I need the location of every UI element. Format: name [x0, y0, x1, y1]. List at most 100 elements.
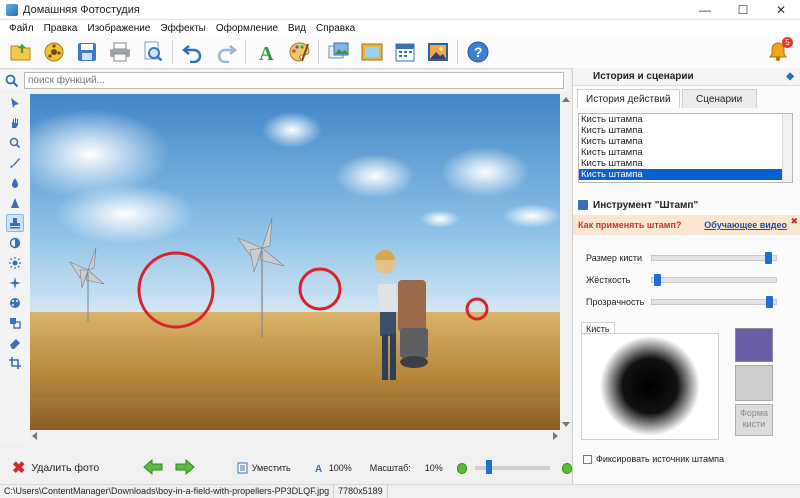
close-button[interactable]: ✕: [762, 0, 800, 20]
hand-icon: [12, 118, 18, 128]
photo-canvas[interactable]: [30, 94, 560, 430]
secondary-swatch[interactable]: [735, 365, 773, 401]
cursor-icon: [11, 98, 19, 108]
sharpen-tool[interactable]: [6, 194, 24, 212]
image-dimensions: 7780x5189: [334, 484, 388, 498]
brush-size-thumb[interactable]: [765, 252, 773, 264]
redo-button[interactable]: [211, 38, 240, 66]
delete-photo-button[interactable]: ✖ Удалить фото: [12, 458, 138, 478]
menu-image[interactable]: Изображение: [82, 23, 155, 34]
open-folder-button[interactable]: [6, 38, 35, 66]
menu-edit[interactable]: Правка: [39, 23, 83, 34]
brush-color-swatch[interactable]: [735, 328, 773, 362]
brush-icon: [10, 158, 20, 168]
print-button[interactable]: [105, 38, 134, 66]
eraser-tool[interactable]: [6, 334, 24, 352]
menu-effects[interactable]: Эффекты: [155, 23, 210, 34]
frame-icon: [361, 43, 382, 61]
crop-tool[interactable]: [6, 354, 24, 372]
brush-tool[interactable]: [6, 154, 24, 172]
color-tool[interactable]: [6, 294, 24, 312]
tab-history[interactable]: История действий: [577, 89, 680, 108]
tutorial-video-link[interactable]: Обучающее видео: [704, 220, 787, 230]
search-input[interactable]: [24, 72, 564, 89]
function-search-row: [0, 70, 570, 91]
stamp-tool[interactable]: [6, 214, 24, 232]
photo-image: [30, 94, 560, 430]
previous-photo-button[interactable]: [142, 458, 163, 478]
next-photo-button[interactable]: [175, 458, 195, 478]
blur-tool[interactable]: [6, 174, 24, 192]
help-button[interactable]: ?: [463, 38, 492, 66]
printer-icon: [109, 42, 130, 62]
history-item-selected[interactable]: Кисть штампа: [579, 169, 792, 180]
toolbar-separator: [245, 40, 246, 64]
menu-help[interactable]: Справка: [311, 23, 360, 34]
hardness-label: Жёсткость: [586, 275, 631, 285]
scroll-right-arrow[interactable]: [553, 432, 558, 440]
howto-label: Как применять штамп?: [578, 220, 682, 230]
zoom-100-button[interactable]: A 100%: [315, 462, 352, 474]
exposure-tool[interactable]: [6, 274, 24, 292]
notifications-button[interactable]: 5: [766, 37, 793, 65]
postcard-button[interactable]: [423, 38, 452, 66]
brush-size-slider[interactable]: [651, 252, 777, 264]
actual-size-icon: A: [315, 464, 322, 474]
tab-scenarios[interactable]: Сценарии: [681, 89, 757, 108]
history-item[interactable]: Кисть штампа: [579, 158, 792, 169]
hand-tool[interactable]: [6, 114, 24, 132]
zoom-in-button[interactable]: [561, 462, 572, 474]
hardness-thumb[interactable]: [654, 274, 662, 286]
history-item[interactable]: Кисть штампа: [579, 125, 792, 136]
opacity-slider[interactable]: [651, 296, 777, 308]
zoom-slider[interactable]: [475, 460, 550, 474]
fix-source-checkbox[interactable]: [583, 454, 592, 464]
calendar-button[interactable]: [390, 38, 419, 66]
scroll-down-arrow[interactable]: [562, 422, 570, 427]
browse-button[interactable]: [39, 38, 68, 66]
pin-icon[interactable]: ◆: [786, 71, 794, 82]
fit-page-icon: [237, 462, 248, 474]
zoom-tool[interactable]: [6, 134, 24, 152]
hardness-slider[interactable]: [651, 274, 777, 286]
menu-design[interactable]: Оформление: [211, 23, 283, 34]
menu-view[interactable]: Вид: [283, 23, 311, 34]
replace-tool[interactable]: [6, 314, 24, 332]
text-button[interactable]: A: [251, 38, 280, 66]
brightness-tool[interactable]: [6, 254, 24, 272]
scroll-up-arrow[interactable]: [562, 97, 570, 102]
stamp-header-icon: [578, 200, 588, 210]
brush-shape-button[interactable]: Форма кисти: [735, 404, 773, 436]
history-scrollbar[interactable]: [782, 114, 792, 182]
menu-file[interactable]: Файл: [4, 23, 39, 34]
minimize-button[interactable]: —: [686, 0, 724, 20]
save-button[interactable]: [72, 38, 101, 66]
vertical-scrollbar[interactable]: [560, 94, 572, 430]
scroll-left-arrow[interactable]: [32, 432, 37, 440]
history-item[interactable]: Кисть штампа: [579, 114, 792, 125]
history-item[interactable]: Кисть штампа: [579, 147, 792, 158]
history-item[interactable]: Кисть штампа: [579, 136, 792, 147]
zoom-slider-thumb[interactable]: [486, 460, 493, 474]
contrast-tool[interactable]: [6, 234, 24, 252]
frame-button[interactable]: [357, 38, 386, 66]
arrow-right-icon: [175, 458, 195, 475]
file-path: C:\Users\ContentManager\Downloads\boy-in…: [0, 484, 335, 498]
opacity-label: Прозрачность: [586, 297, 645, 307]
redo-icon: [217, 45, 237, 63]
preview-button[interactable]: [138, 38, 167, 66]
history-list[interactable]: Кисть штампа Кисть штампа Кисть штампа К…: [578, 113, 793, 183]
fit-button[interactable]: Уместить: [237, 462, 291, 474]
fix-source-row[interactable]: Фиксировать источник штампа: [583, 454, 724, 464]
horizontal-scrollbar[interactable]: [30, 430, 560, 442]
maximize-button[interactable]: ☐: [724, 0, 762, 20]
text-a-icon: A: [259, 43, 274, 62]
close-hint-icon[interactable]: ✖: [790, 216, 798, 227]
opacity-thumb[interactable]: [766, 296, 774, 308]
palette-button[interactable]: [284, 38, 313, 66]
zoom-out-button[interactable]: [456, 462, 468, 474]
collage-button[interactable]: [324, 38, 353, 66]
select-tool[interactable]: [6, 94, 24, 112]
undo-button[interactable]: [178, 38, 207, 66]
stamp-tool-header: Инструмент "Штамп": [573, 196, 800, 214]
